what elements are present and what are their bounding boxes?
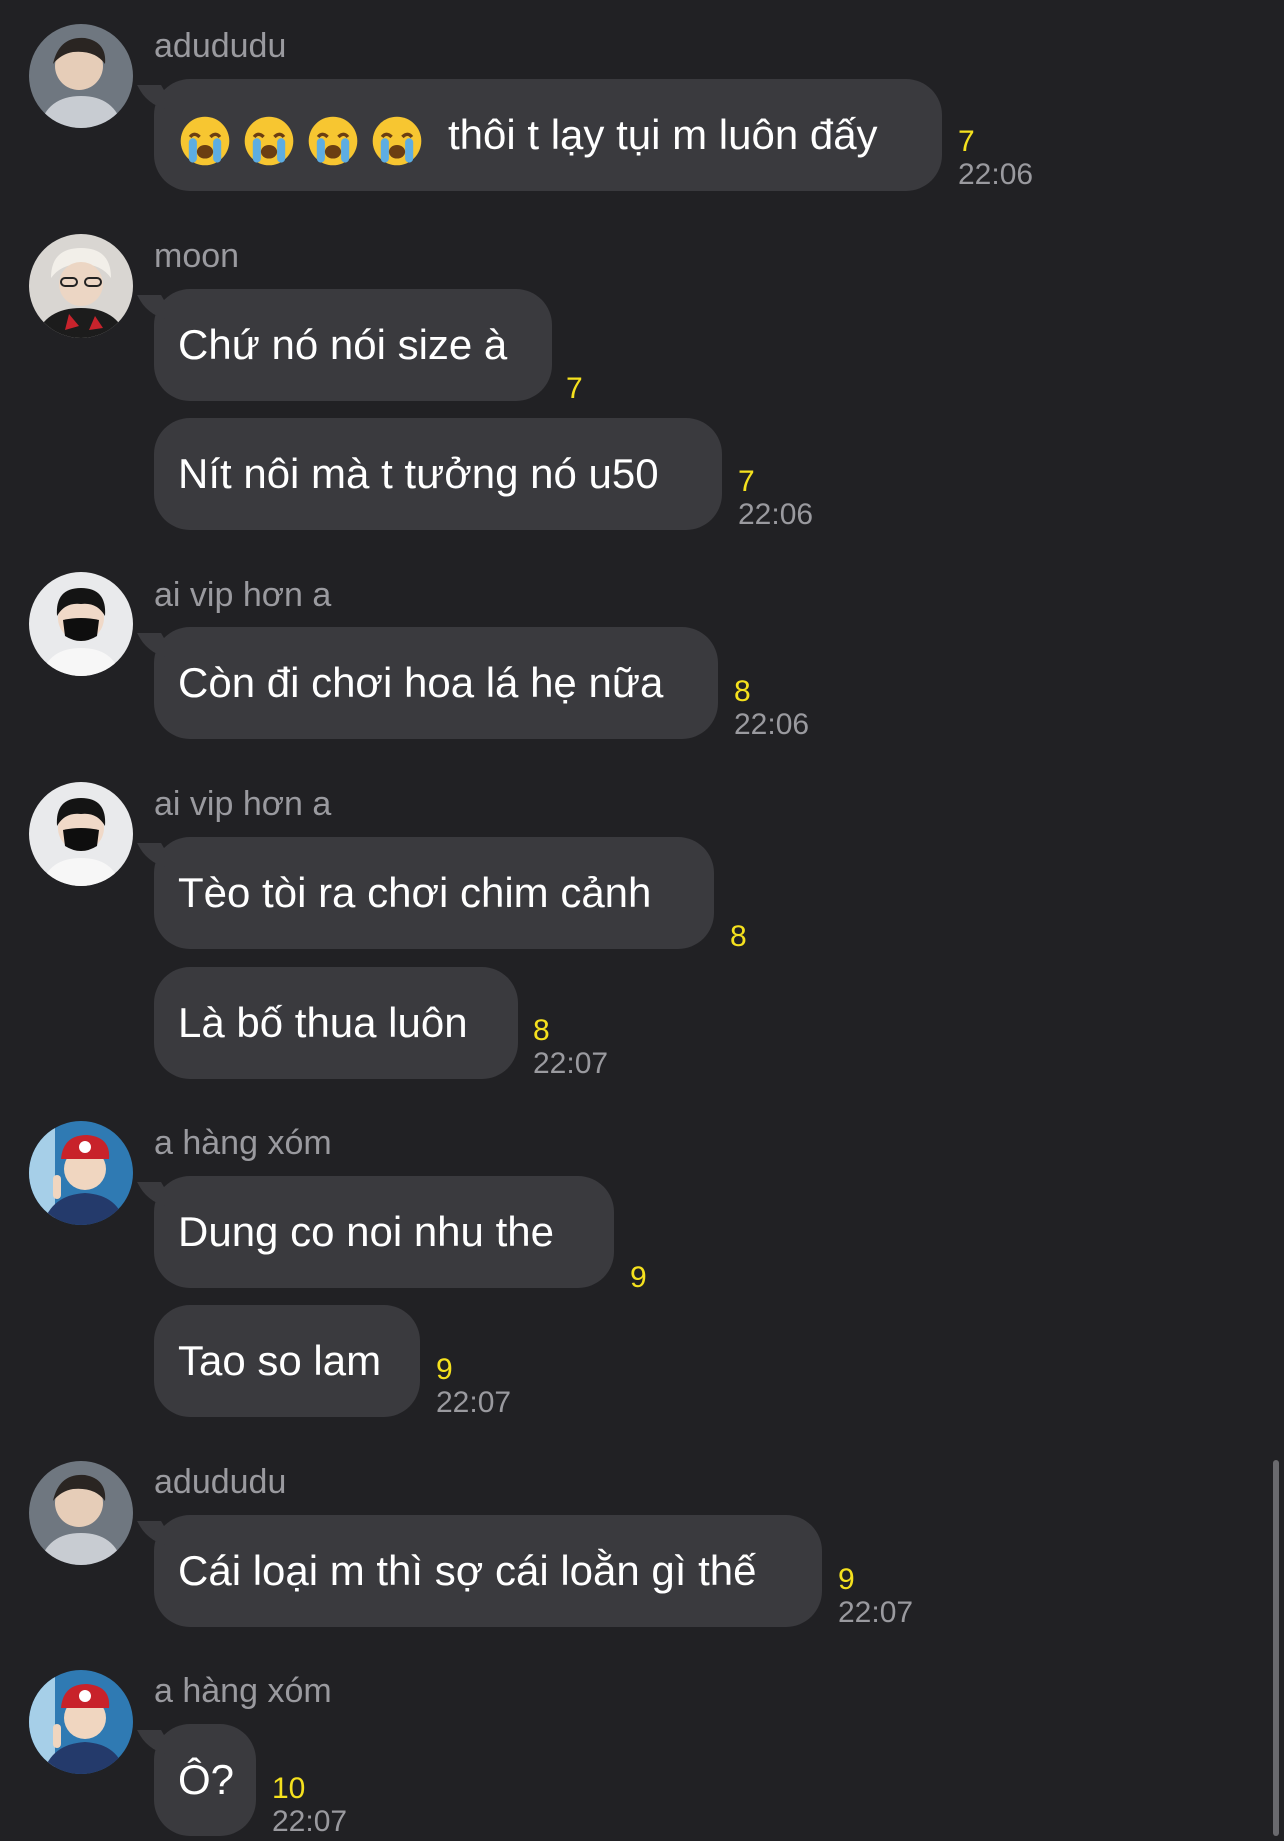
read-count: 7: [566, 372, 583, 405]
message-time: 22:06: [734, 708, 810, 741]
message-time: 22:06: [958, 158, 1034, 191]
message-time: 22:07: [436, 1386, 512, 1419]
message-bubble[interactable]: Chứ nó nói size à: [154, 289, 552, 401]
message-bubble[interactable]: Là bố thua luôn: [154, 967, 518, 1079]
message-bubble[interactable]: Cái loại m thì sợ cái loằn gì thế: [154, 1515, 822, 1627]
message-sender: a hàng xóm: [154, 1124, 332, 1162]
message-text: Còn đi chơi hoa lá hẹ nữa: [178, 659, 664, 706]
avatar-a-hang-xom[interactable]: [29, 1670, 133, 1774]
avatar-ai-vip-hon-a[interactable]: [29, 572, 133, 676]
message-meta: 8 22:07: [533, 1015, 608, 1081]
message-text: Cái loại m thì sợ cái loằn gì thế: [178, 1547, 757, 1594]
message-sender: a hàng xóm: [154, 1672, 332, 1710]
message-sender: moon: [154, 237, 240, 275]
message-sender: ai vip hơn a: [154, 785, 332, 823]
message-time: 22:06: [738, 498, 814, 531]
read-count: 9: [436, 1353, 453, 1386]
message-time: 22:07: [533, 1047, 609, 1080]
message-text: Tèo tòi ra chơi chim cảnh: [178, 869, 652, 916]
message-meta: 9: [630, 1262, 647, 1294]
read-count: 9: [630, 1261, 647, 1294]
message-bubble[interactable]: thôi t lạy tụi m luôn đấy: [154, 79, 942, 191]
scrollbar[interactable]: [1273, 1460, 1279, 1836]
emoji-group: [178, 82, 434, 194]
avatar-adududu[interactable]: [29, 24, 133, 128]
message-meta: 9 22:07: [838, 1564, 913, 1630]
read-count: 8: [734, 675, 751, 708]
message-sender: ai vip hơn a: [154, 576, 332, 614]
read-count: 8: [533, 1014, 550, 1047]
message-meta: 9 22:07: [436, 1354, 511, 1420]
message-meta: 8 22:06: [734, 676, 809, 742]
message-time: 22:07: [838, 1596, 914, 1629]
message-meta: 8: [730, 921, 747, 953]
message-meta: 7 22:06: [958, 126, 1033, 192]
message-bubble[interactable]: Nít nôi mà t tưởng nó u50: [154, 418, 722, 530]
message-bubble[interactable]: Dung co noi nhu the: [154, 1176, 614, 1288]
message-text: Nít nôi mà t tưởng nó u50: [178, 450, 659, 497]
loudly-crying-face-icon: [244, 116, 294, 166]
message-meta: 10 22:07: [272, 1773, 347, 1839]
message-text: Là bố thua luôn: [178, 999, 468, 1046]
avatar-a-hang-xom[interactable]: [29, 1121, 133, 1225]
read-count: 9: [838, 1563, 855, 1596]
message-text: Ô?: [178, 1756, 235, 1803]
avatar-adududu[interactable]: [29, 1461, 133, 1565]
message-meta: 7 22:06: [738, 466, 813, 532]
read-count: 7: [958, 125, 975, 158]
message-sender: adududu: [154, 1463, 287, 1501]
message-bubble[interactable]: Ô?: [154, 1724, 256, 1836]
message-text: Chứ nó nói size à: [178, 321, 508, 368]
message-bubble[interactable]: Tèo tòi ra chơi chim cảnh: [154, 837, 714, 949]
avatar-ai-vip-hon-a[interactable]: [29, 782, 133, 886]
message-time: 22:07: [272, 1805, 348, 1838]
message-text: Tao so lam: [178, 1337, 382, 1384]
loudly-crying-face-icon: [372, 116, 422, 166]
message-meta: 7: [566, 373, 583, 405]
read-count: 7: [738, 465, 755, 498]
message-text: thôi t lạy tụi m luôn đấy: [448, 111, 878, 158]
read-count: 10: [272, 1772, 306, 1805]
message-bubble[interactable]: Còn đi chơi hoa lá hẹ nữa: [154, 627, 718, 739]
chat-message-list[interactable]: adududu thôi t lạy tụi m luôn đấy 7 22:0…: [0, 0, 1284, 1841]
loudly-crying-face-icon: [308, 116, 358, 166]
message-sender: adududu: [154, 27, 287, 65]
message-bubble[interactable]: Tao so lam: [154, 1305, 420, 1417]
avatar-moon[interactable]: [29, 234, 133, 338]
message-text: Dung co noi nhu the: [178, 1208, 554, 1255]
loudly-crying-face-icon: [180, 116, 230, 166]
read-count: 8: [730, 920, 747, 953]
